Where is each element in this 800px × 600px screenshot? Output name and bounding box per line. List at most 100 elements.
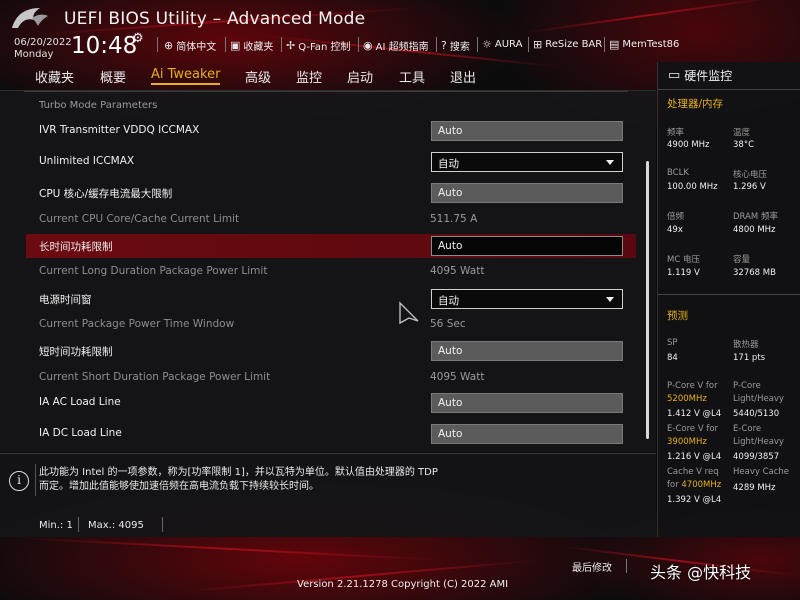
- divider: [157, 37, 158, 52]
- divider: [658, 294, 800, 295]
- setting-input[interactable]: Auto: [431, 424, 623, 444]
- info-label: Current Long Duration Package Power Limi…: [39, 265, 268, 277]
- date-text: 06/20/2022: [14, 37, 72, 48]
- scrollbar[interactable]: [646, 161, 649, 439]
- hw-label: E-Core V for: [667, 424, 719, 434]
- favorites-button[interactable]: ▣ 收藏夹: [230, 38, 273, 53]
- hw-label: 温度: [733, 128, 751, 138]
- max-value: Max.: 4095: [88, 520, 144, 531]
- header: UEFI BIOS Utility – Advanced Mode 06/20/…: [0, 0, 800, 62]
- setting-label: CPU 核心/缓存电流最大限制: [39, 188, 173, 200]
- caret-down-icon: [606, 160, 614, 165]
- tab-tool[interactable]: 工具: [399, 67, 425, 86]
- hw-label: E-Core: [733, 424, 762, 434]
- divider: [225, 37, 226, 52]
- hw-label: 倍频: [667, 212, 685, 222]
- hardware-monitor: ▭ 硬件监控 处理器/内存 频率 4900 MHz 温度 38°C BCLK 1…: [657, 62, 800, 537]
- day-text: Monday: [14, 49, 54, 60]
- language-button[interactable]: ⊕ 简体中文: [164, 38, 216, 53]
- hw-label: 容量: [733, 255, 751, 265]
- mouse-pointer-icon: [399, 301, 419, 325]
- hw-label: P-Core V for: [667, 381, 718, 391]
- info-value: 56 Sec: [430, 318, 466, 330]
- hw-value: 100.00 MHz: [667, 182, 718, 192]
- divider: [626, 559, 627, 573]
- info-row: Current Long Duration Package Power Limi…: [26, 260, 636, 284]
- fan-icon: ✢: [286, 39, 296, 52]
- info-row: Current CPU Core/Cache Current Limit 511…: [26, 208, 636, 232]
- aura-button[interactable]: ☼ AURA: [482, 38, 522, 51]
- setting-row[interactable]: IVR Transmitter VDDQ ICCMAX Auto: [26, 119, 636, 143]
- hw-label: 频率: [667, 128, 685, 138]
- info-row: Current Short Duration Package Power Lim…: [26, 366, 636, 390]
- divider: [24, 91, 628, 92]
- memtest-button[interactable]: ▤ MemTest86: [609, 38, 679, 51]
- version-text: Version 2.21.1278 Copyright (C) 2022 AMI: [297, 579, 509, 590]
- setting-input[interactable]: Auto: [431, 183, 623, 203]
- tab-advanced[interactable]: 高级: [245, 67, 271, 86]
- setting-label: IVR Transmitter VDDQ ICCMAX: [39, 124, 200, 136]
- setting-row[interactable]: 电源时间窗 自动: [26, 287, 636, 311]
- dropdown-value: 自动: [438, 158, 459, 170]
- divider: [78, 517, 79, 532]
- info-row: Current Package Power Time Window 56 Sec: [26, 313, 636, 337]
- info-label: Current Package Power Time Window: [39, 318, 235, 330]
- clock[interactable]: 10:48: [71, 33, 137, 59]
- hw-monitor-title: ▭ 硬件监控: [668, 68, 733, 83]
- hw-value: 4099/3857: [733, 452, 780, 462]
- resize-bar-icon: ⊞: [533, 38, 543, 51]
- setting-dropdown[interactable]: 自动: [431, 289, 623, 309]
- tab-boot[interactable]: 启动: [347, 67, 373, 86]
- hw-label: Cache V req: [667, 467, 719, 477]
- info-label: Current CPU Core/Cache Current Limit: [39, 213, 240, 225]
- divider: [358, 37, 359, 52]
- hw-value: 32768 MB: [733, 268, 776, 278]
- setting-row[interactable]: IA DC Load Line Auto: [26, 422, 636, 446]
- hw-value: 171 pts: [733, 353, 766, 363]
- tab-ai-tweaker[interactable]: Ai Tweaker: [151, 67, 221, 85]
- caret-down-icon: [606, 297, 614, 302]
- tab-exit[interactable]: 退出: [450, 67, 476, 86]
- setting-row[interactable]: 短时间功耗限制 Auto: [26, 339, 636, 363]
- info-value: 511.75 A: [430, 213, 478, 225]
- ai-icon: ◉: [363, 39, 373, 52]
- hw-label: MC 电压: [667, 255, 700, 265]
- setting-input[interactable]: Auto: [431, 121, 623, 141]
- setting-row[interactable]: Unlimited ICCMAX 自动: [26, 150, 636, 174]
- setting-dropdown[interactable]: 自动: [431, 152, 623, 172]
- qfan-button[interactable]: ✢ Q-Fan 控制: [286, 38, 350, 53]
- cpu-mem-section-title: 处理器/内存: [667, 98, 724, 110]
- hw-label: 散热器: [733, 340, 759, 350]
- hw-freq: 5200MHz: [667, 394, 707, 404]
- divider: [436, 37, 437, 52]
- setting-row[interactable]: IA AC Load Line Auto: [26, 391, 636, 415]
- hw-value: 1.216 V @L4: [667, 452, 722, 462]
- hw-value: 5440/5130: [733, 409, 780, 419]
- hw-value: 1.296 V: [733, 182, 766, 192]
- clock-settings-gear-icon[interactable]: ⚙: [132, 31, 144, 46]
- tab-overview[interactable]: 概要: [100, 67, 126, 86]
- resize-bar-button[interactable]: ⊞ ReSize BAR: [533, 38, 602, 51]
- setting-input[interactable]: Auto: [431, 236, 623, 256]
- search-button[interactable]: ? 搜索: [441, 38, 470, 53]
- setting-row[interactable]: CPU 核心/缓存电流最大限制 Auto: [26, 181, 636, 205]
- settings-panel: Turbo Mode Parameters IVR Transmitter VD…: [0, 90, 656, 452]
- tab-favorites[interactable]: 收藏夹: [35, 67, 74, 86]
- info-value: 4095 Watt: [430, 265, 485, 277]
- bookmark-icon: ▣: [230, 39, 241, 52]
- hw-value: 4900 MHz: [667, 140, 710, 150]
- setting-label: 电源时间窗: [39, 294, 92, 306]
- hw-value: 1.392 V @L4: [667, 495, 722, 505]
- info-value: 4095 Watt: [430, 371, 485, 383]
- divider: [477, 37, 478, 52]
- min-value: Min.: 1: [39, 520, 73, 531]
- setting-input[interactable]: Auto: [431, 341, 623, 361]
- hw-value: 84: [667, 353, 678, 363]
- last-modified-button[interactable]: 最后修改: [572, 559, 612, 574]
- tab-monitor[interactable]: 监控: [296, 67, 322, 86]
- setting-input[interactable]: Auto: [431, 393, 623, 413]
- app-title: UEFI BIOS Utility – Advanced Mode: [64, 9, 366, 29]
- ai-oc-guide-button[interactable]: ◉ AI 超频指南: [363, 38, 429, 53]
- setting-row-selected[interactable]: 长时间功耗限制 Auto: [26, 234, 636, 258]
- hw-freq: 3900MHz: [667, 437, 707, 447]
